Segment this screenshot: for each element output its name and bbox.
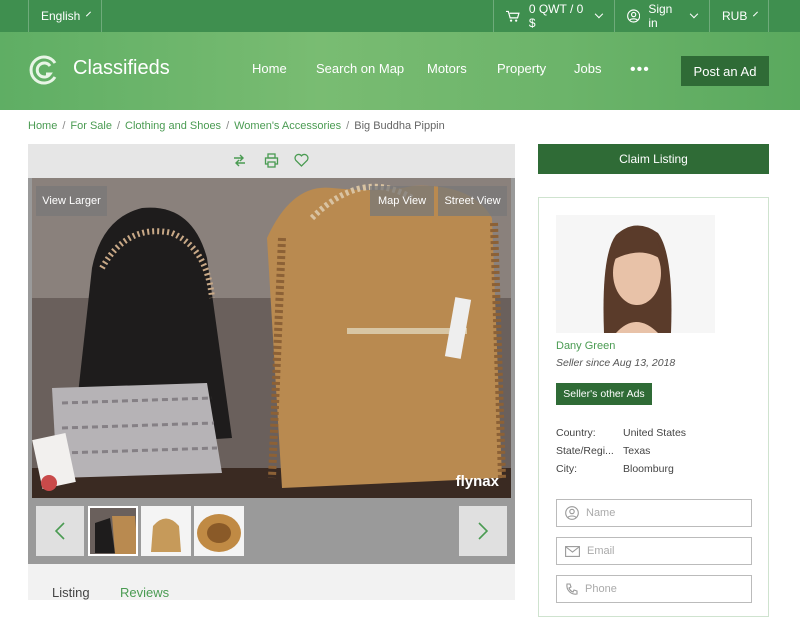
- signin-label: Sign in: [648, 2, 673, 30]
- chevron-left-icon: [55, 522, 65, 540]
- language-selector[interactable]: English: [28, 0, 102, 32]
- nav-property[interactable]: Property: [497, 61, 546, 76]
- street-view-button[interactable]: Street View: [438, 186, 507, 216]
- seller-since: Seller since Aug 13, 2018: [556, 357, 676, 369]
- thumbnail-strip: [28, 498, 515, 564]
- breadcrumb-home[interactable]: Home: [28, 120, 57, 132]
- listing-tabs: Listing Reviews: [28, 564, 515, 600]
- chevron-down-icon: [86, 11, 92, 17]
- cart-summary: 0 QWT / 0 $: [528, 2, 584, 30]
- info-row-state: State/Regi... Texas: [556, 445, 650, 457]
- signin-button[interactable]: Sign in: [614, 0, 709, 32]
- breadcrumb: Home / For Sale / Clothing and Shoes / Women's…: [28, 120, 445, 132]
- seller-name[interactable]: Dany Green: [556, 340, 615, 352]
- name-placeholder: Name: [586, 507, 616, 519]
- language-label: English: [41, 9, 81, 23]
- email-field[interactable]: Email: [556, 537, 752, 565]
- breadcrumb-separator: /: [116, 120, 121, 132]
- top-bar: English 0 QWT / 0 $ Sign in RUB: [0, 0, 800, 32]
- info-label: State/Regi...: [556, 445, 614, 457]
- next-arrow-button[interactable]: [459, 506, 507, 556]
- chevron-down-icon: [595, 9, 604, 19]
- email-placeholder: Email: [587, 545, 615, 557]
- user-icon: [565, 506, 579, 520]
- thumbnail-1[interactable]: [88, 506, 138, 556]
- favorite-heart-icon[interactable]: [294, 153, 309, 172]
- nav-motors[interactable]: Motors: [427, 61, 467, 76]
- print-icon[interactable]: [264, 153, 279, 173]
- info-value: Texas: [623, 445, 651, 457]
- info-value: Bloomburg: [623, 463, 674, 475]
- listing-main-photo[interactable]: View Larger Map View Street View flynax: [32, 178, 511, 498]
- envelope-icon: [565, 545, 580, 557]
- chevron-down-icon: [753, 11, 759, 17]
- breadcrumb-womens-accessories[interactable]: Women's Accessories: [234, 120, 341, 132]
- cart-icon: [506, 10, 520, 22]
- info-row-city: City: Bloomburg: [556, 463, 674, 475]
- brand-name[interactable]: Classifieds: [73, 57, 170, 80]
- info-label: City:: [556, 463, 577, 475]
- info-value: United States: [623, 427, 687, 439]
- seller-other-ads-button[interactable]: Seller's other Ads: [556, 383, 652, 405]
- thumbnail-2[interactable]: [141, 506, 191, 556]
- thumbnail-3[interactable]: [194, 506, 244, 556]
- handbags-image: [32, 178, 511, 498]
- nav-home[interactable]: Home: [252, 61, 287, 76]
- cart-button[interactable]: 0 QWT / 0 $: [493, 0, 614, 32]
- gallery-toolbar: [28, 144, 515, 178]
- currency-selector[interactable]: RUB: [709, 0, 769, 32]
- map-view-button[interactable]: Map View: [370, 186, 434, 216]
- phone-icon: [566, 582, 578, 595]
- seller-avatar[interactable]: [556, 215, 715, 333]
- nav-search-on-map[interactable]: Search on Map: [316, 61, 404, 76]
- listing-gallery: View Larger Map View Street View flynax: [28, 144, 515, 564]
- breadcrumb-for-sale[interactable]: For Sale: [70, 120, 112, 132]
- tab-listing[interactable]: Listing: [52, 585, 90, 600]
- breadcrumb-separator: /: [346, 120, 350, 132]
- nav-jobs[interactable]: Jobs: [574, 61, 601, 76]
- compare-icon[interactable]: [232, 153, 247, 173]
- watermark: flynax: [455, 473, 499, 490]
- info-row-country: Country: United States: [556, 427, 686, 439]
- seller-card: Dany Green Seller since Aug 13, 2018 Sel…: [538, 197, 769, 617]
- logo-icon[interactable]: [28, 54, 60, 86]
- chevron-right-icon: [478, 522, 488, 540]
- user-icon: [627, 9, 641, 23]
- more-menu-icon[interactable]: •••: [630, 61, 650, 79]
- info-label: Country:: [556, 427, 596, 439]
- breadcrumb-current: Big Buddha Pippin: [354, 120, 445, 132]
- tab-reviews[interactable]: Reviews: [120, 585, 169, 600]
- breadcrumb-separator: /: [226, 120, 230, 132]
- breadcrumb-separator: /: [62, 120, 66, 132]
- chevron-down-icon: [689, 9, 699, 19]
- phone-placeholder: Phone: [585, 583, 617, 595]
- post-ad-button[interactable]: Post an Ad: [681, 56, 769, 86]
- site-header: Classifieds Home Search on Map Motors Pr…: [0, 32, 800, 110]
- prev-arrow-button[interactable]: [36, 506, 84, 556]
- currency-label: RUB: [722, 9, 748, 23]
- name-field[interactable]: Name: [556, 499, 752, 527]
- breadcrumb-clothing[interactable]: Clothing and Shoes: [125, 120, 221, 132]
- view-larger-button[interactable]: View Larger: [36, 186, 107, 216]
- phone-field[interactable]: Phone: [556, 575, 752, 603]
- claim-listing-button[interactable]: Claim Listing: [538, 144, 769, 174]
